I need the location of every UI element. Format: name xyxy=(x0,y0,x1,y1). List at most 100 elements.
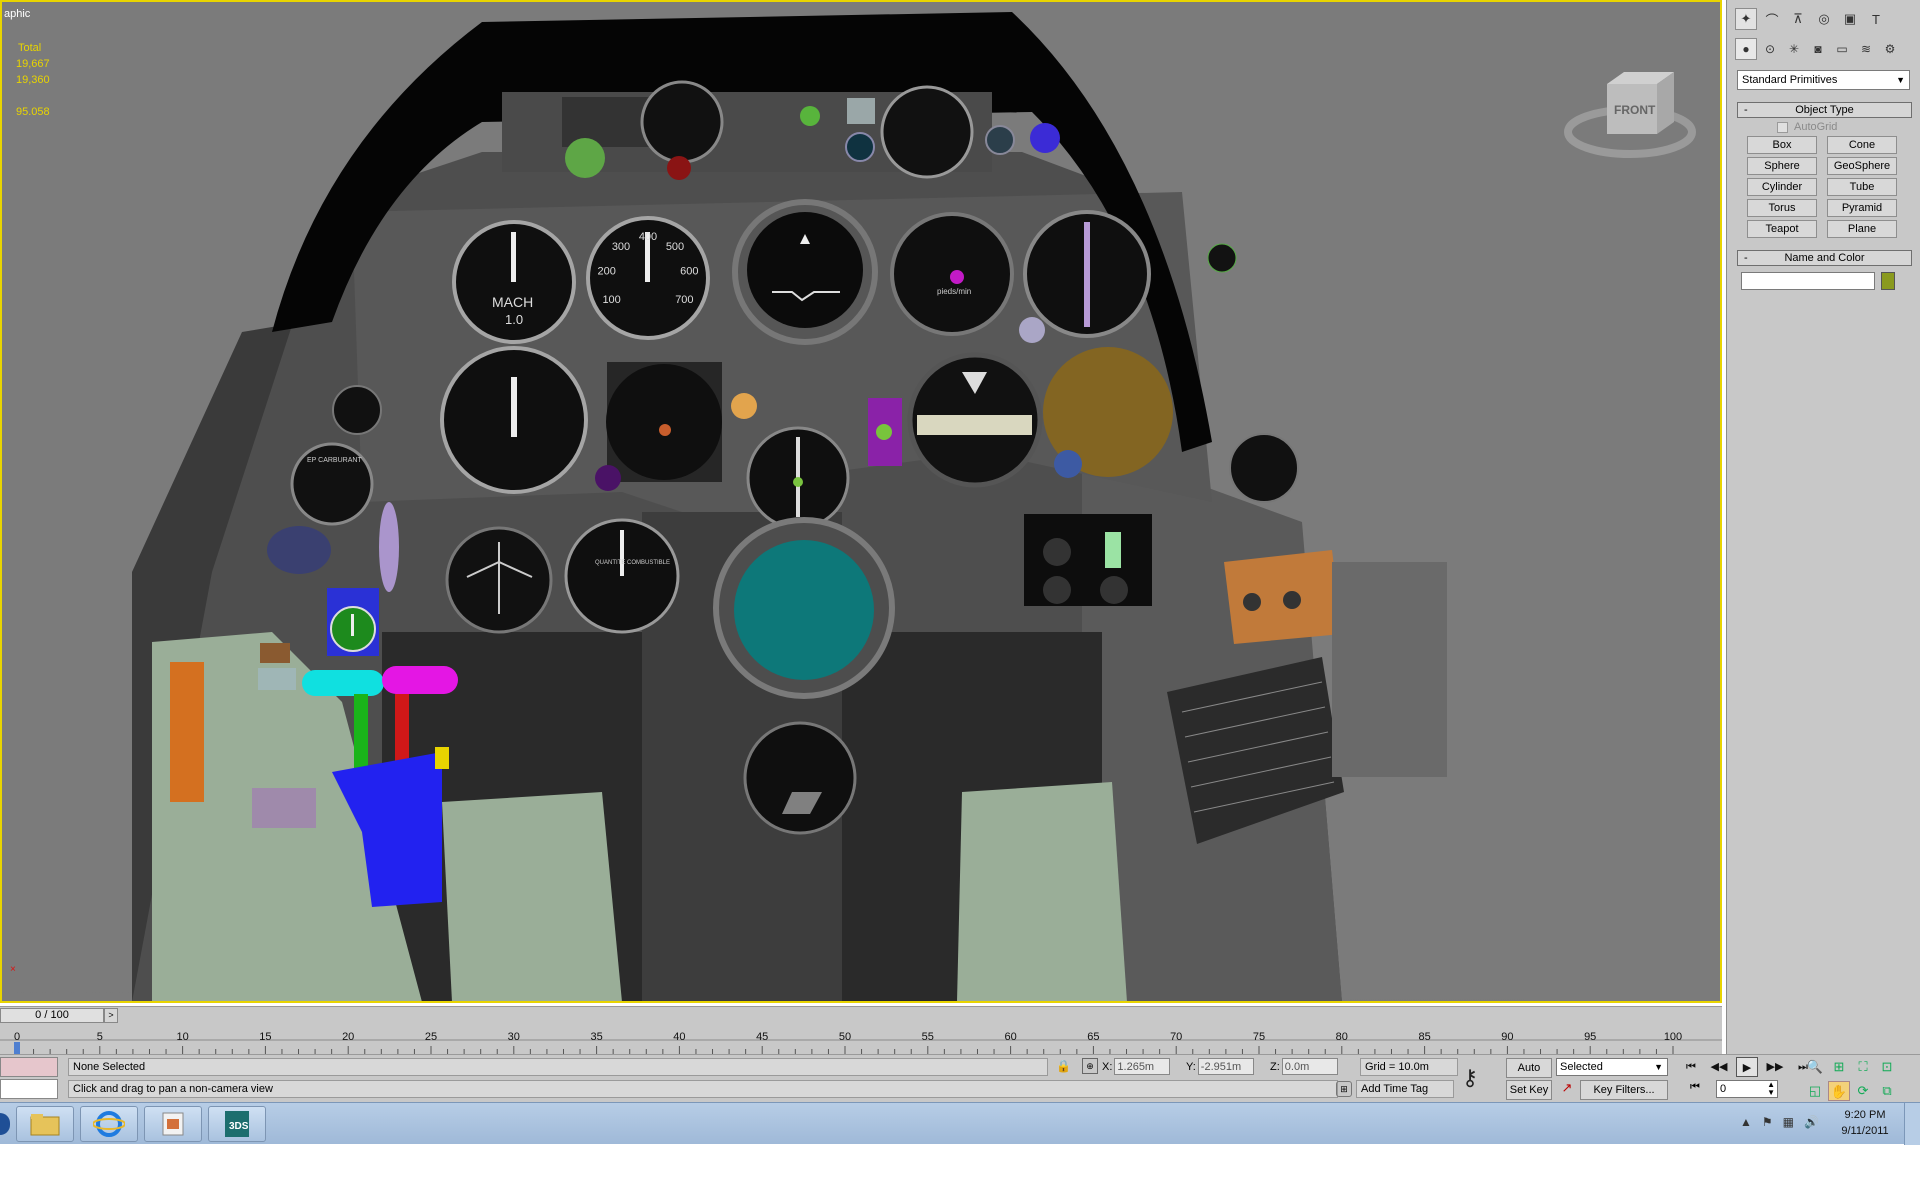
utilities-tab-icon[interactable]: T xyxy=(1865,8,1887,30)
motion-tab-icon[interactable]: ◎ xyxy=(1813,8,1835,30)
modify-tab-icon[interactable]: ⌒ xyxy=(1761,8,1783,30)
volume-icon[interactable]: 🔊 xyxy=(1804,1115,1819,1129)
cone-button[interactable]: Cone xyxy=(1827,136,1897,154)
start-button[interactable] xyxy=(0,1113,10,1135)
zoom-extents-all-icon[interactable]: ⊡ xyxy=(1876,1057,1898,1077)
category-dropdown[interactable]: Standard Primitives ▼ xyxy=(1737,70,1910,90)
autogrid-checkbox[interactable] xyxy=(1777,121,1788,133)
egt-gauge: EP CARBURANT xyxy=(290,442,374,526)
tube-button[interactable]: Tube xyxy=(1827,178,1897,196)
airspeed-tick-label: 700 xyxy=(675,294,693,306)
object-type-header[interactable]: - Object Type xyxy=(1737,102,1912,118)
z-coordinate-input[interactable] xyxy=(1281,1058,1338,1075)
name-and-color-header[interactable]: - Name and Color xyxy=(1737,250,1912,266)
object-color-swatch[interactable] xyxy=(1881,272,1895,290)
create-tab-icon[interactable]: ✦ xyxy=(1735,8,1757,30)
key-mode-dropdown[interactable]: Selected ▼ xyxy=(1556,1058,1668,1076)
spinner-icon[interactable]: ▲ ▼ xyxy=(1767,1081,1775,1097)
maximize-viewport-icon[interactable]: ⧉ xyxy=(1876,1081,1898,1101)
object-type-rollout: - Object Type AutoGrid Box Cone Sphere G… xyxy=(1737,102,1912,238)
orbit-icon[interactable]: ⟳ xyxy=(1852,1081,1874,1101)
lights-icon[interactable]: ✳ xyxy=(1783,38,1805,60)
network-icon[interactable]: ▦ xyxy=(1783,1115,1794,1129)
maxscript-input-mini[interactable] xyxy=(0,1079,58,1099)
maxscript-listener-mini[interactable] xyxy=(0,1057,58,1077)
time-slider[interactable]: 0 / 100 > xyxy=(0,1006,1722,1024)
track-tick-label: 55 xyxy=(922,1031,934,1043)
current-frame-field[interactable]: 0 ▲ ▼ xyxy=(1716,1080,1778,1098)
key-filters-button[interactable]: Key Filters... xyxy=(1580,1080,1668,1100)
zoom-extents-icon[interactable]: ⛶ xyxy=(1852,1057,1874,1077)
geosphere-button[interactable]: GeoSphere xyxy=(1827,157,1897,175)
selection-lock-icon[interactable]: 🔒 xyxy=(1056,1059,1071,1073)
track-tick-label: 60 xyxy=(1004,1031,1016,1043)
name-and-color-title: Name and Color xyxy=(1784,252,1865,264)
zoom-all-icon[interactable]: ⊞ xyxy=(1828,1057,1850,1077)
object-name-input[interactable] xyxy=(1741,272,1875,290)
y-coordinate-input[interactable] xyxy=(1197,1058,1254,1075)
plane-button[interactable]: Plane xyxy=(1827,220,1897,238)
absolute-mode-icon[interactable]: ⊕ xyxy=(1082,1058,1098,1074)
category-value: Standard Primitives xyxy=(1742,74,1838,86)
axis-tripod-icon: × xyxy=(10,964,16,975)
field-of-view-icon[interactable]: ◱ xyxy=(1804,1081,1826,1101)
torus-button[interactable]: Torus xyxy=(1747,199,1817,217)
set-key-icon[interactable]: ⚷ xyxy=(1462,1065,1478,1091)
zoom-icon[interactable]: 🔍 xyxy=(1804,1057,1826,1077)
cockpit-scene[interactable]: MACH 1.0 100 200 300 400 500 600 700 pieds/min… xyxy=(2,2,1720,1001)
shapes-icon[interactable]: ⊙ xyxy=(1759,38,1781,60)
track-bar[interactable]: 0 5 10 15 20 25 30 35 40 45 50 55 60 65 70 75 80 85 90 95 10… xyxy=(0,1024,1722,1054)
play-icon[interactable]: ▶ xyxy=(1736,1057,1758,1077)
file-explorer-taskbar-icon[interactable] xyxy=(16,1106,74,1142)
track-tick-label: 0 xyxy=(14,1031,20,1043)
time-slider-thumb[interactable]: 0 / 100 xyxy=(0,1008,104,1023)
sphere-button[interactable]: Sphere xyxy=(1747,157,1817,175)
radar-scope xyxy=(713,517,895,699)
viewport-label[interactable]: aphic xyxy=(4,8,30,20)
time-tag: ⊞ Add Time Tag xyxy=(1336,1080,1454,1098)
systems-icon[interactable]: ⚙ xyxy=(1879,38,1901,60)
internet-explorer-taskbar-icon[interactable] xyxy=(80,1106,138,1142)
show-desktop-button[interactable] xyxy=(1904,1103,1920,1145)
go-to-start-icon[interactable]: ⏮ xyxy=(1680,1057,1702,1077)
x-coordinate-input[interactable] xyxy=(1114,1058,1171,1075)
next-frame-arrow-icon[interactable]: > xyxy=(104,1008,118,1023)
box-button[interactable]: Box xyxy=(1747,136,1817,154)
auto-key-button[interactable]: Auto Key xyxy=(1506,1058,1552,1092)
helpers-icon[interactable]: ▭ xyxy=(1831,38,1853,60)
autogrid-option[interactable]: AutoGrid xyxy=(1737,118,1912,133)
cameras-icon[interactable]: ◙ xyxy=(1807,38,1829,60)
pyramid-button[interactable]: Pyramid xyxy=(1827,199,1897,217)
show-hidden-icons-icon[interactable]: ▲ xyxy=(1740,1115,1752,1129)
playback-controls: ⏮ ◀◀ ▶ ▶▶ ⏭ xyxy=(1680,1057,1814,1077)
previous-frame-icon[interactable]: ◀◀ xyxy=(1708,1057,1730,1077)
perspective-viewport[interactable]: MACH 1.0 100 200 300 400 500 600 700 pieds/min… xyxy=(0,0,1722,1003)
pan-view-icon[interactable]: ✋ xyxy=(1828,1081,1850,1101)
space-warps-icon[interactable]: ≋ xyxy=(1855,38,1877,60)
track-tick-label: 20 xyxy=(342,1031,354,1043)
key-mode-toggle-icon[interactable]: ⏮ xyxy=(1690,1081,1700,1094)
teapot-button[interactable]: Teapot xyxy=(1747,220,1817,238)
key-mode-value: Selected xyxy=(1560,1061,1603,1073)
x-label: X: xyxy=(1102,1060,1113,1073)
rpm-gauge xyxy=(606,362,722,482)
action-center-flag-icon[interactable]: ⚑ xyxy=(1762,1115,1773,1129)
track-tick-label: 85 xyxy=(1418,1031,1430,1043)
system-clock[interactable]: 9:20 PM 9/11/2011 xyxy=(1820,1107,1910,1139)
current-frame-value: 0 xyxy=(1720,1083,1727,1095)
add-time-tag-button[interactable]: Add Time Tag xyxy=(1356,1080,1454,1098)
display-tab-icon[interactable]: ▣ xyxy=(1839,8,1861,30)
next-frame-icon[interactable]: ▶▶ xyxy=(1764,1057,1786,1077)
viewcube-face-label[interactable]: FRONT xyxy=(1614,103,1656,117)
cylinder-button[interactable]: Cylinder xyxy=(1747,178,1817,196)
geometry-icon[interactable]: ● xyxy=(1735,38,1757,60)
current-time-marker[interactable] xyxy=(14,1042,20,1054)
media-center-taskbar-icon[interactable] xyxy=(144,1106,202,1142)
time-tag-icon[interactable]: ⊞ xyxy=(1336,1081,1352,1097)
hierarchy-tab-icon[interactable]: ⊼ xyxy=(1787,8,1809,30)
track-bar-ruler[interactable]: 0 5 10 15 20 25 30 35 40 45 50 55 60 65 70 75 80 85 90 95 10… xyxy=(0,1024,1722,1054)
3ds-max-taskbar-icon[interactable]: 3DS xyxy=(208,1106,266,1142)
attitude-indicator xyxy=(732,199,878,345)
key-filter-curve-icon[interactable]: ↗ xyxy=(1558,1080,1576,1098)
set-key-button[interactable]: Set Key xyxy=(1506,1080,1552,1100)
